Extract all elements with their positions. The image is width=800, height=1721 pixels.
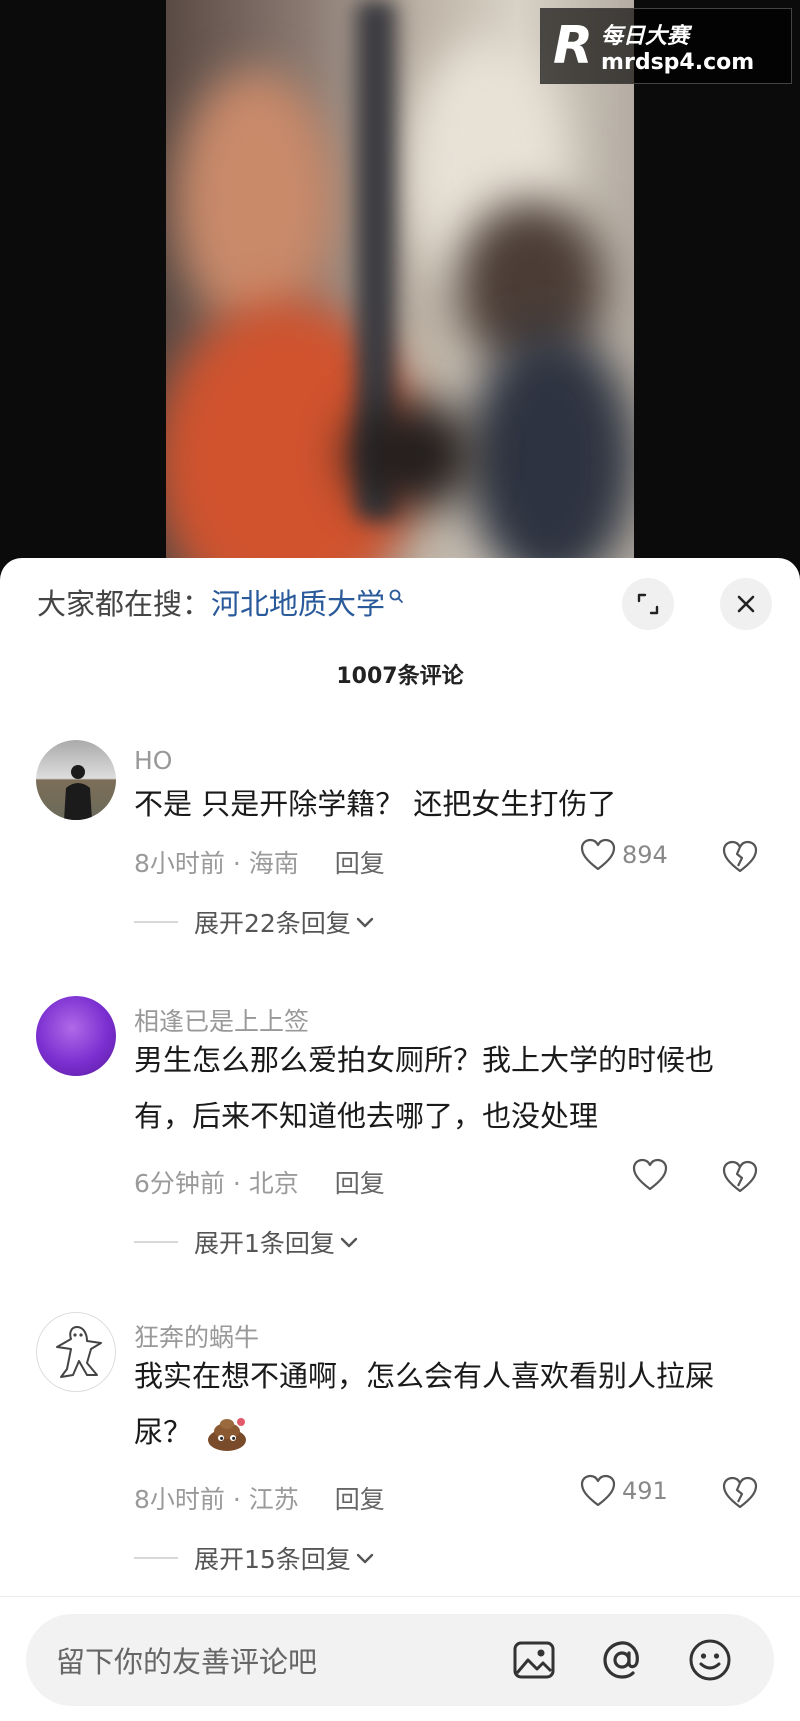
emoji-button[interactable] — [686, 1636, 734, 1684]
video-blur-shape — [466, 330, 634, 580]
expand-icon — [637, 593, 659, 615]
divider-dash — [134, 1557, 178, 1559]
expand-replies-label: 展开1条回复 — [194, 1229, 335, 1258]
video-player[interactable]: R 每日大赛 mrdsp4.com — [0, 0, 800, 580]
expand-replies[interactable]: 展开22条回复 — [134, 904, 377, 940]
watermark: R 每日大赛 mrdsp4.com — [540, 8, 792, 84]
trending-search-term: 河北地质大学 — [211, 587, 386, 621]
watermark-text: 每日大赛 mrdsp4.com — [601, 18, 754, 75]
dislike-button[interactable] — [722, 1476, 758, 1514]
avatar[interactable] — [36, 740, 116, 820]
reply-button[interactable]: 回复 — [335, 1480, 385, 1516]
expand-replies[interactable]: 展开1条回复 — [134, 1224, 361, 1260]
watermark-logo: R — [553, 16, 594, 76]
trending-search-link[interactable]: 河北地质大学 — [211, 581, 404, 623]
comment-sheet: 大家都在搜： 河北地质大学 1007条评论 HO 不是 只是开除学籍？ 还把女生… — [0, 558, 800, 1721]
mention-button[interactable] — [598, 1636, 646, 1684]
broken-heart-icon — [722, 1160, 758, 1193]
comment-count: 1007条评论 — [336, 664, 464, 689]
comment-item: 狂奔的蜗牛 我实在想不通啊，怎么会有人喜欢看别人拉屎尿？ 8小时前 · 江苏 回… — [0, 1312, 800, 1612]
emoji-icon — [689, 1639, 731, 1681]
expand-replies-label: 展开22条回复 — [194, 909, 351, 938]
expand-button[interactable] — [622, 578, 674, 630]
chevron-down-icon — [356, 1553, 374, 1564]
close-button[interactable] — [720, 578, 772, 630]
expand-replies[interactable]: 展开15条回复 — [134, 1540, 377, 1576]
input-divider — [0, 1596, 800, 1597]
image-icon — [513, 1641, 555, 1679]
avatar[interactable] — [36, 1312, 116, 1392]
like-button[interactable]: 894 — [580, 838, 668, 872]
poop-emoji-icon — [208, 1418, 247, 1451]
comment-text: 我实在想不通啊，怎么会有人喜欢看别人拉屎尿？ — [134, 1348, 764, 1460]
at-icon — [603, 1641, 639, 1679]
like-button[interactable]: 491 — [580, 1474, 668, 1508]
heart-icon — [580, 1474, 616, 1507]
reply-button[interactable]: 回复 — [335, 1164, 385, 1200]
chevron-down-icon — [340, 1237, 358, 1248]
heart-icon — [580, 838, 616, 871]
search-icon — [389, 589, 403, 603]
comment-time-location: 8小时前 · 海南 — [134, 849, 299, 878]
comment-input[interactable]: 留下你的友善评论吧 — [56, 1639, 510, 1681]
dislike-button[interactable] — [722, 1160, 758, 1198]
comment-meta: 8小时前 · 江苏 回复 — [134, 1480, 385, 1516]
like-button[interactable] — [632, 1158, 674, 1192]
dislike-button[interactable] — [722, 840, 758, 878]
comment-username[interactable]: HO — [134, 746, 172, 775]
comment-text: 男生怎么那么爱拍女厕所？我上大学的时候也有，后来不知道他去哪了，也没处理 — [134, 1043, 715, 1133]
divider-dash — [134, 921, 178, 923]
comment-item: 相逢已是上上签 男生怎么那么爱拍女厕所？我上大学的时候也有，后来不知道他去哪了，… — [0, 996, 800, 1296]
avatar[interactable] — [36, 996, 116, 1076]
comment-text: 不是 只是开除学籍？ 还把女生打伤了 — [134, 787, 617, 821]
like-count: 491 — [622, 1477, 668, 1505]
video-frame-blurred — [166, 0, 634, 580]
expand-replies-label: 展开15条回复 — [194, 1545, 351, 1574]
image-button[interactable] — [510, 1636, 558, 1684]
reply-button[interactable]: 回复 — [335, 844, 385, 880]
heart-icon — [632, 1158, 668, 1191]
avatar-person-silhouette — [64, 765, 92, 820]
comment-time-location: 6分钟前 · 北京 — [134, 1169, 299, 1198]
comment-item: HO 不是 只是开除学籍？ 还把女生打伤了 8小时前 · 海南 回复 894 展… — [0, 740, 800, 1040]
video-blur-shape — [176, 70, 336, 330]
video-blur-shape — [346, 400, 476, 510]
watermark-url: mrdsp4.com — [601, 49, 755, 75]
trending-search: 大家都在搜： 河北地质大学 — [37, 582, 404, 622]
comment-meta: 8小时前 · 海南 回复 — [134, 844, 385, 880]
close-icon — [737, 595, 755, 613]
divider-dash — [134, 1241, 178, 1243]
comment-input-bar[interactable]: 留下你的友善评论吧 — [26, 1614, 774, 1706]
comment-time-location: 8小时前 · 江苏 — [134, 1485, 299, 1514]
like-count: 894 — [622, 841, 668, 869]
broken-heart-icon — [722, 840, 758, 873]
chevron-down-icon — [356, 917, 374, 928]
broken-heart-icon — [722, 1476, 758, 1509]
trending-search-prefix: 大家都在搜： — [37, 587, 212, 621]
comment-meta: 6分钟前 · 北京 回复 — [134, 1164, 385, 1200]
avatar-cartoon-figure — [56, 1326, 102, 1378]
watermark-title: 每日大赛 — [601, 23, 690, 49]
